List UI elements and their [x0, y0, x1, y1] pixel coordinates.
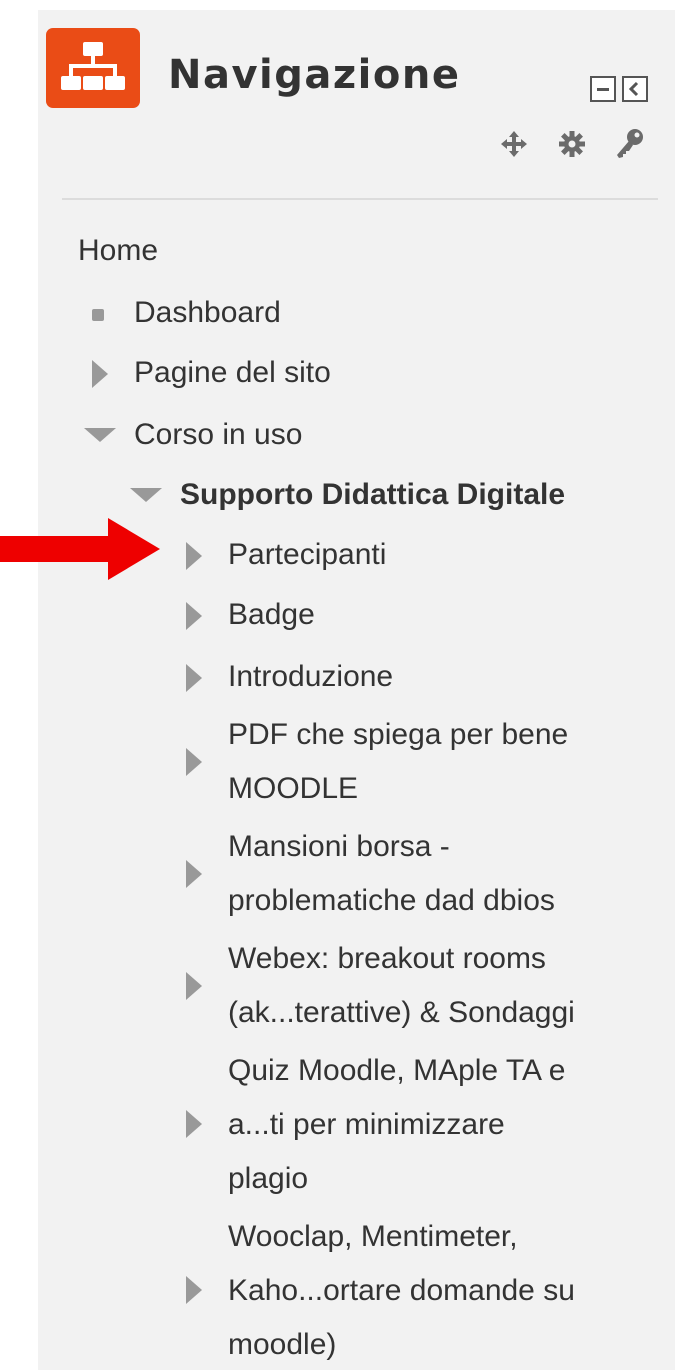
- key-icon[interactable]: [614, 128, 644, 160]
- nav-item-line[interactable]: Partecipanti: [228, 528, 386, 582]
- nav-item[interactable]: Quiz Moodle, MAple TA e a...ti per minim…: [228, 1044, 565, 1206]
- caret-right-icon[interactable]: [92, 360, 108, 393]
- nav-item[interactable]: Wooclap, Mentimeter, Kaho...ortare doman…: [228, 1210, 575, 1372]
- nav-item[interactable]: PDF che spiega per bene MOODLE: [228, 708, 568, 816]
- red-arrow-icon: [0, 518, 162, 585]
- sitemap-icon: [46, 28, 140, 108]
- move-icon[interactable]: [500, 130, 528, 158]
- nav-home[interactable]: Home: [78, 224, 158, 278]
- block-title: Navigazione: [168, 52, 461, 98]
- nav-item-line[interactable]: Badge: [228, 588, 315, 642]
- nav-item-line[interactable]: a...ti per minimizzare: [228, 1098, 565, 1152]
- nav-item[interactable]: Mansioni borsa - problematiche dad dbios: [228, 820, 555, 928]
- nav-item[interactable]: Badge: [228, 588, 315, 642]
- caret-right-icon[interactable]: [186, 542, 202, 575]
- caret-right-icon[interactable]: [186, 664, 202, 697]
- nav-item-line[interactable]: (ak...terattive) & Sondaggi: [228, 986, 575, 1040]
- nav-item-line[interactable]: Mansioni borsa -: [228, 820, 555, 874]
- caret-right-icon[interactable]: [186, 1276, 202, 1309]
- nav-site-pages[interactable]: Pagine del sito: [134, 346, 331, 400]
- nav-current-course-label[interactable]: Corso in uso: [134, 408, 302, 462]
- nav-item-line[interactable]: Kaho...ortare domande su: [228, 1264, 575, 1318]
- nav-item-line[interactable]: Webex: breakout rooms: [228, 932, 575, 986]
- nav-course-name[interactable]: Supporto Didattica Digitale: [180, 468, 565, 522]
- gear-icon[interactable]: [558, 130, 586, 158]
- nav-course-name-label[interactable]: Supporto Didattica Digitale: [180, 468, 565, 522]
- nav-item-line[interactable]: PDF che spiega per bene: [228, 708, 568, 762]
- caret-right-icon[interactable]: [186, 860, 202, 893]
- caret-down-icon[interactable]: [130, 488, 162, 507]
- nav-item-line[interactable]: Introduzione: [228, 650, 393, 704]
- navigation-block: Navigazione Home Dashboard Pagine del si…: [38, 10, 675, 1370]
- nav-home-label[interactable]: Home: [78, 224, 158, 278]
- caret-right-icon[interactable]: [186, 972, 202, 1005]
- caret-right-icon[interactable]: [186, 602, 202, 635]
- header-divider: [62, 198, 658, 200]
- caret-down-icon[interactable]: [84, 428, 116, 447]
- nav-item[interactable]: Partecipanti: [228, 528, 386, 582]
- nav-site-pages-label[interactable]: Pagine del sito: [134, 346, 331, 400]
- nav-item-line[interactable]: plagio: [228, 1152, 565, 1206]
- collapse-icon[interactable]: [590, 76, 616, 102]
- nav-dashboard[interactable]: Dashboard: [134, 286, 281, 340]
- nav-item-line[interactable]: Wooclap, Mentimeter,: [228, 1210, 575, 1264]
- dock-icon[interactable]: [622, 76, 648, 102]
- nav-item-line[interactable]: moodle): [228, 1318, 575, 1372]
- caret-right-icon[interactable]: [186, 1110, 202, 1143]
- nav-item-line[interactable]: Quiz Moodle, MAple TA e: [228, 1044, 565, 1098]
- nav-current-course[interactable]: Corso in uso: [134, 408, 302, 462]
- nav-item[interactable]: Webex: breakout rooms (ak...terattive) &…: [228, 932, 575, 1040]
- nav-item-line[interactable]: problematiche dad dbios: [228, 874, 555, 928]
- nav-dashboard-label[interactable]: Dashboard: [134, 286, 281, 340]
- nav-item-line[interactable]: MOODLE: [228, 762, 568, 816]
- bullet-icon: [92, 308, 104, 326]
- caret-right-icon[interactable]: [186, 748, 202, 781]
- nav-item[interactable]: Introduzione: [228, 650, 393, 704]
